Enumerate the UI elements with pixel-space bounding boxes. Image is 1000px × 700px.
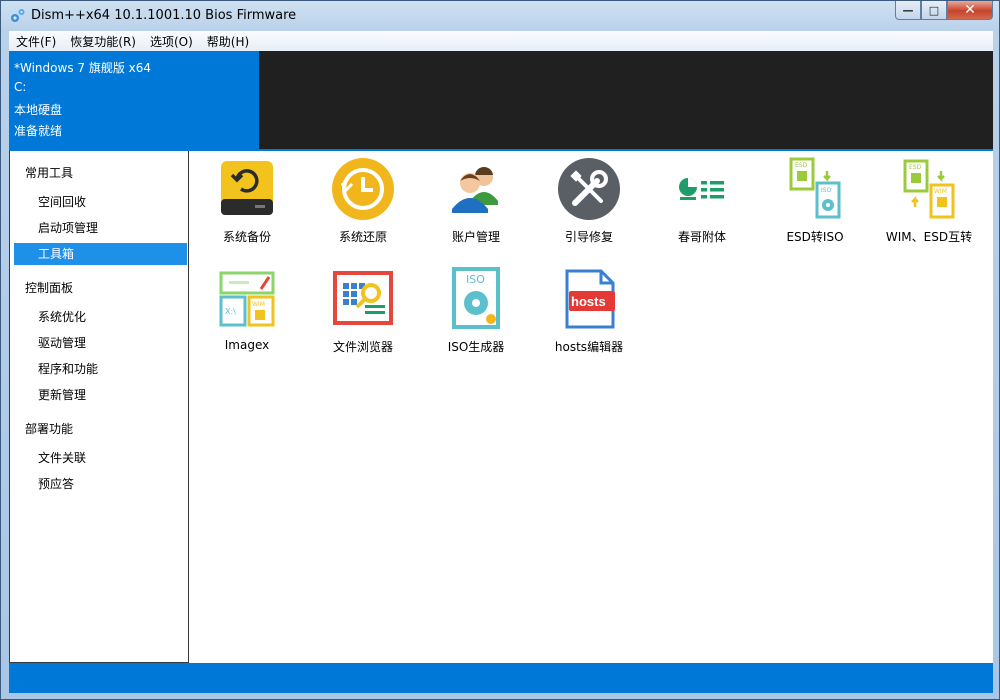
menu-file[interactable]: 文件(F) <box>9 33 63 50</box>
tool-label: Imagex <box>224 338 270 352</box>
tool-label: 账户管理 <box>451 230 500 244</box>
toolbox-panel: 系统备份 系统还原 账户管理 引导修复 春哥附体 ESD ISO ESD转ISO… <box>189 151 993 663</box>
tool-label: ISO生成器 <box>447 340 505 354</box>
tool-label: 引导修复 <box>564 230 613 244</box>
minimize-icon: — <box>902 3 914 17</box>
tool-label: ESD转ISO <box>786 230 844 244</box>
sidebar-item-space-cleanup[interactable]: 空间回收 <box>14 191 187 213</box>
admin-list-icon <box>679 178 724 200</box>
tool-label: WIM、ESD互转 <box>885 230 973 244</box>
title-bar[interactable]: Dism++x64 10.1.1001.10 Bios Firmware — □… <box>1 1 999 31</box>
status-bar <box>9 663 993 693</box>
esd-text-2: ESD <box>909 164 922 171</box>
maximize-button[interactable]: □ <box>921 1 947 20</box>
hosts-text: hosts <box>571 294 606 309</box>
hosts-editor-icon: hosts <box>565 269 615 329</box>
session-status: 准备就绪 <box>14 124 63 138</box>
menu-options[interactable]: 选项(O) <box>143 33 200 50</box>
menu-bar: 文件(F) 恢复功能(R) 选项(O) 帮助(H) <box>9 31 993 51</box>
wim-text-2: WIM <box>252 301 265 308</box>
tool-label: 系统还原 <box>338 230 387 244</box>
window-title: Dism++x64 10.1.1001.10 Bios Firmware <box>31 8 297 23</box>
tool-boot-repair[interactable]: 引导修复 <box>532 153 646 253</box>
disk-type: 本地硬盘 <box>14 103 63 117</box>
menu-help[interactable]: 帮助(H) <box>200 33 256 50</box>
sidebar-item-unattend[interactable]: 预应答 <box>14 473 187 495</box>
tool-label: 文件浏览器 <box>332 340 393 354</box>
app-gear-icon <box>11 9 25 22</box>
app-window: Dism++x64 10.1.1001.10 Bios Firmware — □… <box>0 0 1000 700</box>
close-icon: ✕ <box>964 2 976 18</box>
repair-tools-icon <box>558 158 620 220</box>
caption-buttons: — □ ✕ <box>895 1 993 21</box>
tool-admin-privilege[interactable]: 春哥附体 <box>645 153 759 253</box>
sidebar-item-file-assoc[interactable]: 文件关联 <box>14 447 187 469</box>
tool-system-backup[interactable]: 系统备份 <box>190 153 304 253</box>
esd-to-iso-icon: ESD ISO <box>789 157 841 219</box>
esd-text: ESD <box>795 162 808 169</box>
file-browser-icon <box>333 271 393 325</box>
group-deployment: 部署功能 <box>25 422 74 436</box>
tool-label: 系统备份 <box>222 230 271 244</box>
tool-label: 春哥附体 <box>677 230 726 244</box>
tool-hosts-editor[interactable]: hosts hosts编辑器 <box>532 263 646 363</box>
close-button[interactable]: ✕ <box>947 1 993 20</box>
wim-esd-convert-icon: ESD WIM <box>903 159 955 219</box>
sidebar: 常用工具 空间回收 启动项管理 工具箱 控制面板 系统优化 驱动管理 程序和功能… <box>9 151 189 663</box>
iso-text-2: ISO <box>466 273 485 286</box>
tool-file-browser[interactable]: 文件浏览器 <box>306 263 420 363</box>
sidebar-item-optimize[interactable]: 系统优化 <box>14 306 187 328</box>
tool-account-manage[interactable]: 账户管理 <box>419 153 533 253</box>
group-common-tools: 常用工具 <box>25 166 74 180</box>
wim-text: WIM <box>934 188 947 195</box>
backup-drive-icon <box>221 161 273 215</box>
session-info-panel[interactable]: *Windows 7 旗舰版 x64 C: 本地硬盘 准备就绪 <box>9 51 259 149</box>
sidebar-item-programs[interactable]: 程序和功能 <box>14 358 187 380</box>
tool-iso-maker[interactable]: ISO ISO生成器 <box>419 263 533 363</box>
sidebar-item-toolbox[interactable]: 工具箱 <box>14 243 187 265</box>
drive-letter: C: <box>14 80 27 94</box>
tool-system-restore[interactable]: 系统还原 <box>306 153 420 253</box>
iso-maker-icon: ISO <box>452 267 500 329</box>
minimize-button[interactable]: — <box>895 1 921 20</box>
tool-label: hosts编辑器 <box>554 340 624 354</box>
group-control-panel: 控制面板 <box>25 281 74 295</box>
tool-wim-esd-convert[interactable]: ESD WIM WIM、ESD互转 <box>872 153 986 253</box>
tool-imagex[interactable]: X:\ WIM Imagex <box>190 263 304 363</box>
sidebar-item-updates[interactable]: 更新管理 <box>14 384 187 406</box>
xa-text: X:\ <box>225 307 236 316</box>
os-name: *Windows 7 旗舰版 x64 <box>14 61 152 75</box>
imagex-icon: X:\ WIM <box>219 271 275 327</box>
restore-clock-icon <box>332 158 394 220</box>
tool-esd-to-iso[interactable]: ESD ISO ESD转ISO <box>758 153 872 253</box>
iso-text: ISO <box>821 187 832 194</box>
sidebar-item-drivers[interactable]: 驱动管理 <box>14 332 187 354</box>
session-list-area <box>259 51 993 149</box>
sidebar-item-startup[interactable]: 启动项管理 <box>14 217 187 239</box>
maximize-icon: □ <box>928 3 940 17</box>
users-icon <box>452 166 498 213</box>
menu-recovery[interactable]: 恢复功能(R) <box>63 33 143 50</box>
